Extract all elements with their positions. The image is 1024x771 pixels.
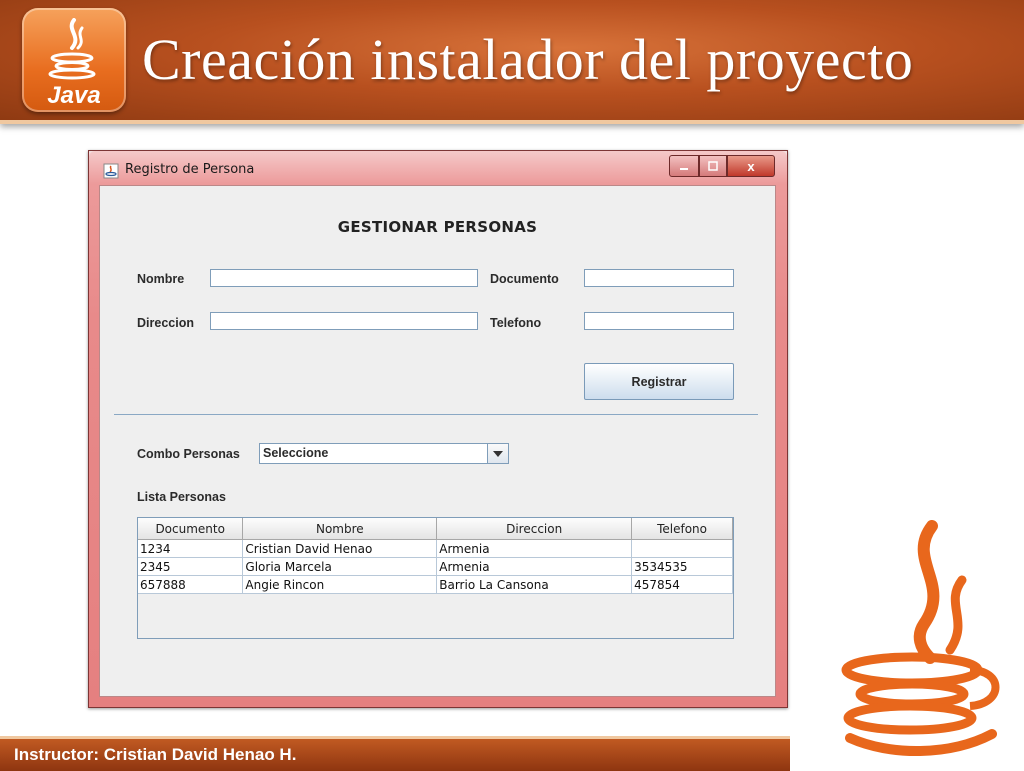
window-frame: Registro de Persona x GESTIONAR PERSONAS… — [89, 151, 787, 707]
instructor-credit: Instructor: Cristian David Henao H. — [14, 745, 297, 764]
lista-personas-label: Lista Personas — [137, 490, 226, 504]
chevron-down-icon — [493, 450, 503, 457]
personas-table: Documento Nombre Direccion Telefono 1234… — [137, 517, 734, 639]
direccion-field[interactable] — [210, 312, 478, 330]
java-cup-icon — [48, 18, 96, 80]
column-header-telefono[interactable]: Telefono — [631, 518, 733, 540]
table-cell: Cristian David Henao — [242, 539, 438, 558]
minimize-button[interactable] — [669, 155, 699, 177]
column-header-direccion[interactable]: Direccion — [436, 518, 633, 540]
table-cell: 3534535 — [631, 557, 733, 576]
java-logo-text: Java — [47, 82, 101, 109]
table-cell: Armenia — [436, 557, 633, 576]
table-row[interactable]: 2345 Gloria Marcela Armenia 3534535 — [138, 557, 733, 576]
combo-personas-select[interactable]: Seleccione — [259, 443, 509, 464]
java-logo: Java — [22, 8, 126, 112]
combo-selected-value: Seleccione — [263, 446, 329, 460]
column-header-documento[interactable]: Documento — [138, 518, 244, 540]
table-cell: Armenia — [436, 539, 633, 558]
app-window: Registro de Persona x GESTIONAR PERSONAS… — [88, 150, 788, 708]
table-cell: Gloria Marcela — [242, 557, 438, 576]
documento-label: Documento — [490, 272, 559, 286]
section-divider — [114, 414, 758, 415]
combo-personas-label: Combo Personas — [137, 447, 240, 461]
minimize-icon — [680, 168, 688, 170]
slide-footer: Instructor: Cristian David Henao H. — [0, 736, 790, 771]
table-cell: 1234 — [138, 539, 244, 558]
table-cell — [631, 539, 733, 558]
window-controls: x — [669, 155, 775, 177]
table-cell: Angie Rincon — [242, 575, 438, 594]
direccion-label: Direccion — [137, 316, 194, 330]
window-title: Registro de Persona — [125, 162, 255, 177]
java-app-icon — [103, 163, 119, 179]
window-content: GESTIONAR PERSONAS Nombre Documento Dire… — [99, 185, 776, 697]
form-heading: GESTIONAR PERSONAS — [337, 218, 538, 236]
maximize-button[interactable] — [699, 155, 727, 177]
table-cell: Barrio La Cansona — [436, 575, 633, 594]
java-cup-decoration-icon — [841, 520, 1000, 757]
nombre-label: Nombre — [137, 272, 185, 286]
table-cell: 2345 — [138, 557, 244, 576]
table-cell: 457854 — [631, 575, 733, 594]
table-row[interactable]: 1234 Cristian David Henao Armenia — [138, 539, 733, 558]
slide-title: Creación instalador del proyecto — [142, 27, 914, 92]
close-button[interactable]: x — [727, 155, 775, 177]
documento-field[interactable] — [584, 269, 734, 287]
slide-header: Java Creación instalador del proyecto — [0, 0, 1024, 124]
column-header-nombre[interactable]: Nombre — [242, 518, 438, 540]
table-row[interactable]: 657888 Angie Rincon Barrio La Cansona 45… — [138, 575, 733, 594]
nombre-field[interactable] — [210, 269, 478, 287]
table-header-row: Documento Nombre Direccion Telefono — [138, 518, 733, 540]
close-icon: x — [747, 158, 755, 174]
dropdown-arrow-button[interactable] — [487, 444, 508, 463]
maximize-icon — [708, 161, 718, 171]
registrar-button[interactable]: Registrar — [584, 363, 734, 400]
telefono-label: Telefono — [490, 316, 542, 330]
table-cell: 657888 — [138, 575, 244, 594]
telefono-field[interactable] — [584, 312, 734, 330]
